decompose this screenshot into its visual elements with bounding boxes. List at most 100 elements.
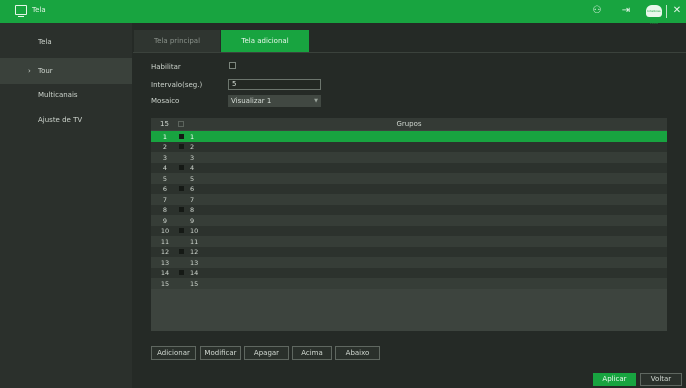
group-value: 2: [190, 143, 195, 151]
table-row[interactable]: 55: [151, 173, 667, 184]
group-value: 6: [190, 185, 195, 193]
table-row[interactable]: 33: [151, 152, 667, 163]
move-down-button[interactable]: Abaixo: [335, 346, 380, 360]
tab-tela-adicional[interactable]: Tela adicional: [221, 30, 309, 53]
row-number: 3: [162, 153, 168, 162]
row-checkbox[interactable]: [179, 186, 184, 191]
groups-table: 15 Grupos 1 1 2 2 3 3 4 4 5 5 6 6 7 7 8 8 9 9 10 10 11 11 12 12…: [151, 118, 667, 331]
mosaic-select[interactable]: Visualizar 1 ▼: [228, 95, 321, 107]
row-checkbox[interactable]: [179, 165, 184, 170]
sidebar-item-label: Tour: [38, 67, 53, 75]
enable-checkbox[interactable]: [229, 62, 236, 69]
window-title: Tela: [32, 6, 46, 14]
row-checkbox[interactable]: [179, 176, 184, 181]
row-checkbox[interactable]: [179, 133, 184, 139]
group-value: 7: [190, 195, 195, 204]
row-checkbox[interactable]: [179, 218, 184, 223]
row-number: 15: [160, 279, 170, 288]
group-value: 1: [190, 132, 195, 141]
table-row[interactable]: 15 15: [151, 278, 667, 289]
row-number: 6: [162, 185, 168, 193]
group-value: 9: [190, 216, 195, 225]
enable-label: Habilitar: [151, 63, 181, 71]
row-checkbox[interactable]: [179, 260, 184, 265]
group-value: 12: [190, 248, 199, 256]
apply-button[interactable]: Aplicar: [593, 373, 636, 386]
table-row[interactable]: 12 12: [151, 246, 667, 257]
group-value: 11: [190, 237, 199, 246]
table-row[interactable]: 22: [151, 141, 667, 152]
interval-label: Intervalo(seg.): [151, 81, 203, 89]
monitor-icon: [15, 5, 27, 17]
row-checkbox[interactable]: [179, 239, 184, 244]
table-row[interactable]: 44: [151, 162, 667, 173]
group-value: 3: [190, 153, 195, 162]
group-value: 5: [190, 174, 195, 183]
row-checkbox[interactable]: [179, 155, 184, 160]
row-checkbox[interactable]: [179, 144, 184, 149]
row-number: 8: [162, 206, 168, 214]
group-value: 8: [190, 206, 195, 214]
row-number: 11: [160, 237, 170, 246]
sidebar: Tela › Tour Multicanais Ajuste de TV: [0, 23, 132, 388]
table-row[interactable]: 10 10: [151, 225, 667, 236]
sidebar-item-tela[interactable]: Tela: [0, 29, 132, 55]
table-row[interactable]: 11 11: [151, 236, 667, 247]
add-button[interactable]: Adicionar: [151, 346, 196, 360]
table-header: 15 Grupos: [151, 118, 667, 130]
table-row[interactable]: 88: [151, 204, 667, 215]
tab-tela-principal[interactable]: Tela principal: [134, 30, 220, 53]
row-number: 12: [160, 248, 170, 256]
logout-icon[interactable]: ⇥: [619, 4, 633, 18]
row-number: 1: [162, 132, 168, 141]
table-row[interactable]: 66: [151, 183, 667, 194]
user-settings-icon[interactable]: ⚇: [590, 4, 604, 18]
sidebar-item-label: Tela: [38, 38, 52, 46]
table-row[interactable]: 99: [151, 215, 667, 226]
row-number: 5: [162, 174, 168, 183]
modify-button[interactable]: Modificar: [200, 346, 241, 360]
row-checkbox[interactable]: [179, 281, 184, 286]
group-value: 4: [190, 164, 195, 172]
interval-input[interactable]: 5: [228, 79, 321, 90]
row-checkbox[interactable]: [179, 270, 184, 275]
row-checkbox[interactable]: [179, 249, 184, 254]
row-checkbox[interactable]: [179, 228, 184, 233]
group-value: 15: [190, 279, 199, 288]
table-row[interactable]: 13 13: [151, 257, 667, 268]
row-number: 14: [160, 269, 170, 277]
group-value: 10: [190, 227, 199, 235]
delete-button[interactable]: Apagar: [244, 346, 289, 360]
sidebar-item-label: Multicanais: [38, 91, 78, 99]
cloud-icon[interactable]: Intelbras Cloud: [646, 5, 662, 25]
move-up-button[interactable]: Acima: [292, 346, 332, 360]
back-button[interactable]: Voltar: [640, 373, 682, 386]
sidebar-item-ajuste-de-tv[interactable]: Ajuste de TV: [0, 107, 132, 133]
top-bar: Tela ⚇ ⇥ Intelbras Cloud ✕: [0, 0, 686, 25]
table-row[interactable]: 14 14: [151, 267, 667, 278]
table-row[interactable]: 77: [151, 194, 667, 205]
cloud-badge: Intelbras Cloud: [647, 9, 661, 25]
tab-divider: [133, 52, 686, 53]
row-checkbox[interactable]: [179, 207, 184, 212]
row-number: 9: [162, 216, 168, 225]
sidebar-item-tour[interactable]: › Tour: [0, 58, 132, 84]
table-row[interactable]: 11: [151, 131, 667, 142]
sidebar-item-label: Ajuste de TV: [38, 116, 83, 124]
row-checkbox[interactable]: [179, 197, 184, 202]
group-value: 13: [190, 258, 199, 267]
sidebar-item-multicanais[interactable]: Multicanais: [0, 82, 132, 108]
mosaic-select-value: Visualizar 1: [231, 97, 272, 105]
row-number: 7: [162, 195, 168, 204]
row-number: 4: [162, 164, 168, 172]
mosaic-label: Mosaico: [151, 97, 180, 105]
groups-column-header: Grupos: [396, 120, 422, 128]
group-value: 14: [190, 269, 199, 277]
row-number: 13: [160, 258, 170, 267]
chevron-right-icon: ›: [28, 67, 31, 75]
close-icon[interactable]: ✕: [670, 4, 684, 18]
row-number: 2: [162, 143, 168, 151]
chevron-down-icon: ▼: [314, 98, 318, 104]
row-number: 10: [160, 227, 170, 235]
divider: [666, 5, 667, 18]
